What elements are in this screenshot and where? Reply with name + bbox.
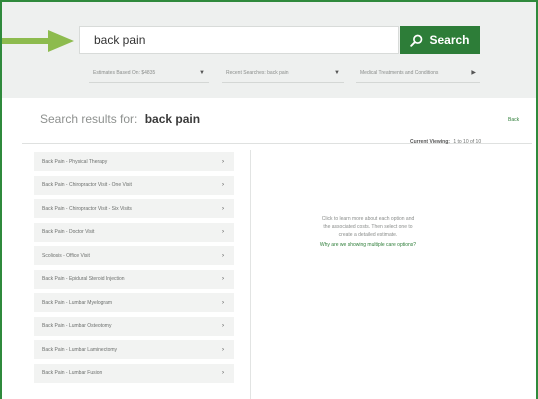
list-item[interactable]: Back Pain - Lumbar Fusion › (34, 363, 234, 383)
search-button[interactable]: Search (400, 26, 480, 54)
list-item-label: Back Pain - Epidural Steroid Injection (42, 276, 125, 282)
chevron-right-icon: › (222, 205, 224, 212)
results-query: back pain (144, 112, 201, 126)
list-item-label: Back Pain - Lumbar Osteotomy (42, 323, 112, 329)
search-button-label: Search (429, 33, 470, 47)
chevron-right-icon: › (222, 229, 224, 235)
arrow-right-icon (2, 30, 74, 52)
list-item-label: Back Pain - Chiropractor Visit - One Vis… (42, 182, 132, 188)
chevron-right-icon: › (222, 323, 224, 329)
list-item[interactable]: Back Pain - Chiropractor Visit - Six Vis… (34, 199, 234, 218)
caret-down-icon: ▼ (199, 69, 205, 76)
chevron-right-icon: › (222, 158, 224, 165)
instructions-line: the associated costs. Then select one to (323, 224, 413, 230)
medical-treatments-menu[interactable]: Medical Treatments and Conditions ▶ (356, 63, 480, 83)
instructions-line: create a detailed estimate. (338, 232, 398, 238)
chevron-right-icon: › (222, 252, 224, 259)
column-divider (250, 150, 251, 399)
list-item[interactable]: Back Pain - Chiropractor Visit - One Vis… (34, 175, 234, 195)
list-item[interactable]: Back Pain - Lumbar Osteotomy › (34, 316, 234, 336)
list-item-label: Back Pain - Doctor Visit (42, 229, 95, 235)
selection-instructions: Click to learn more about each option an… (290, 215, 446, 249)
search-input[interactable] (79, 26, 399, 54)
list-item[interactable]: Scoliosis - Office Visit › (34, 246, 234, 265)
list-item-label: Back Pain - Lumbar Fusion (42, 370, 103, 376)
medical-treatments-label: Medical Treatments and Conditions (360, 69, 439, 76)
page-title: Search results for: back pain (40, 112, 200, 126)
recent-searches-dropdown[interactable]: Recent Searches: back pain ▼ (222, 63, 344, 83)
recent-searches-label: Recent Searches: back pain (226, 69, 289, 76)
chevron-right-icon: ▶ (471, 70, 476, 76)
chevron-right-icon: › (222, 276, 224, 282)
chevron-right-icon: › (222, 346, 224, 353)
why-multiple-options-link[interactable]: Why are we showing multiple care options… (290, 241, 446, 249)
search-icon (410, 34, 423, 47)
chevron-right-icon: › (222, 182, 224, 188)
list-item-label: Back Pain - Lumbar Laminectomy (42, 346, 118, 353)
results-header-prefix: Search results for: (40, 112, 138, 126)
list-item-label: Back Pain - Physical Therapy (42, 158, 108, 165)
current-viewing: Current Viewing: 1 to 10 of 10 (410, 139, 481, 145)
current-viewing-value: 1 to 10 of 10 (453, 139, 482, 145)
back-link[interactable]: Back (508, 117, 519, 123)
list-item-label: Back Pain - Lumbar Myelogram (42, 299, 113, 306)
current-viewing-label: Current Viewing: (410, 139, 450, 145)
estimate-dropdown-label: Estimates Based On: $4835 (93, 69, 156, 76)
results-list: Back Pain - Physical Therapy › Back Pain… (34, 152, 234, 387)
chevron-right-icon: › (222, 299, 224, 306)
list-item-label: Back Pain - Chiropractor Visit - Six Vis… (42, 205, 132, 212)
instructions-line: Click to learn more about each option an… (321, 216, 415, 222)
list-item[interactable]: Back Pain - Lumbar Myelogram › (34, 293, 234, 312)
list-item[interactable]: Back Pain - Lumbar Laminectomy › (34, 340, 234, 359)
list-item[interactable]: Back Pain - Epidural Steroid Injection › (34, 269, 234, 289)
chevron-right-icon: › (222, 370, 224, 376)
estimate-dropdown[interactable]: Estimates Based On: $4835 ▼ (89, 63, 209, 83)
list-item[interactable]: Back Pain - Physical Therapy › (34, 152, 234, 171)
list-item[interactable]: Back Pain - Doctor Visit › (34, 222, 234, 242)
caret-down-icon: ▼ (334, 69, 340, 76)
app-frame: Search Estimates Based On: $4835 ▼ Recen… (0, 0, 538, 399)
list-item-label: Scoliosis - Office Visit (42, 252, 90, 259)
